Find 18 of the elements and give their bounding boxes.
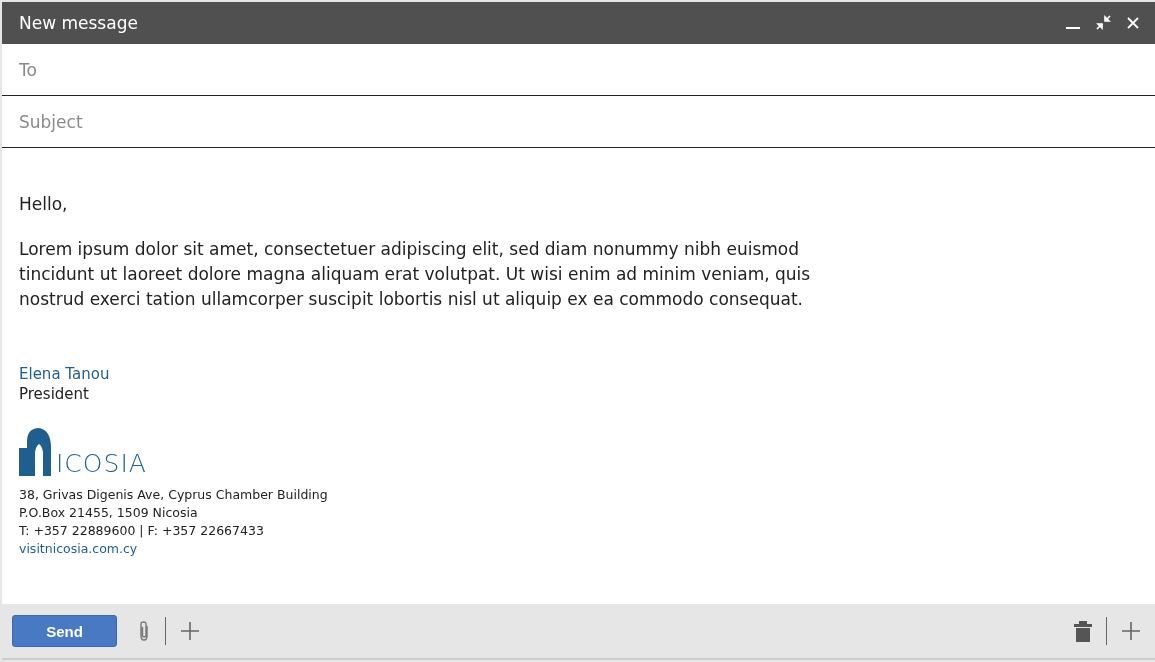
- greeting-text: Hello,: [19, 193, 69, 216]
- collapse-icon[interactable]: [1095, 15, 1111, 31]
- signature-title: President: [19, 384, 90, 404]
- send-button[interactable]: Send: [12, 615, 117, 647]
- arch-logo-icon: [19, 428, 53, 476]
- trash-icon[interactable]: [1074, 620, 1092, 642]
- address-line: P.O.Box 21455, 1509 Nicosia: [19, 504, 199, 522]
- body-paragraph: Lorem ipsum dolor sit amet, consectetuer adipiscing elit, sed diam nonummy nibh euismod tincidunt ut laoreet dolore magna aliquam erat volutpat. Ut wisi enim ad minim veniam, quis nostrud exerci tation ullamcorper suscipit lobortis nisl ut aliquip ex ea commodo consequat.: [19, 238, 812, 311]
- paperclip-icon[interactable]: [137, 620, 151, 642]
- signature-name: Elena Tanou: [19, 364, 111, 384]
- address-line: T: +357 22889600 | F: +357 22667433: [19, 522, 265, 540]
- plus-icon[interactable]: [180, 621, 200, 641]
- website-link[interactable]: visitnicosia.com.cy: [19, 540, 1138, 558]
- logo-text: ICOSIA: [56, 451, 147, 476]
- address-line: 38, Grivas Digenis Ave, Cyprus Chamber Building: [19, 486, 329, 504]
- close-icon[interactable]: [1125, 15, 1141, 31]
- plus-icon[interactable]: [1121, 621, 1141, 641]
- window-title: New message: [19, 13, 139, 33]
